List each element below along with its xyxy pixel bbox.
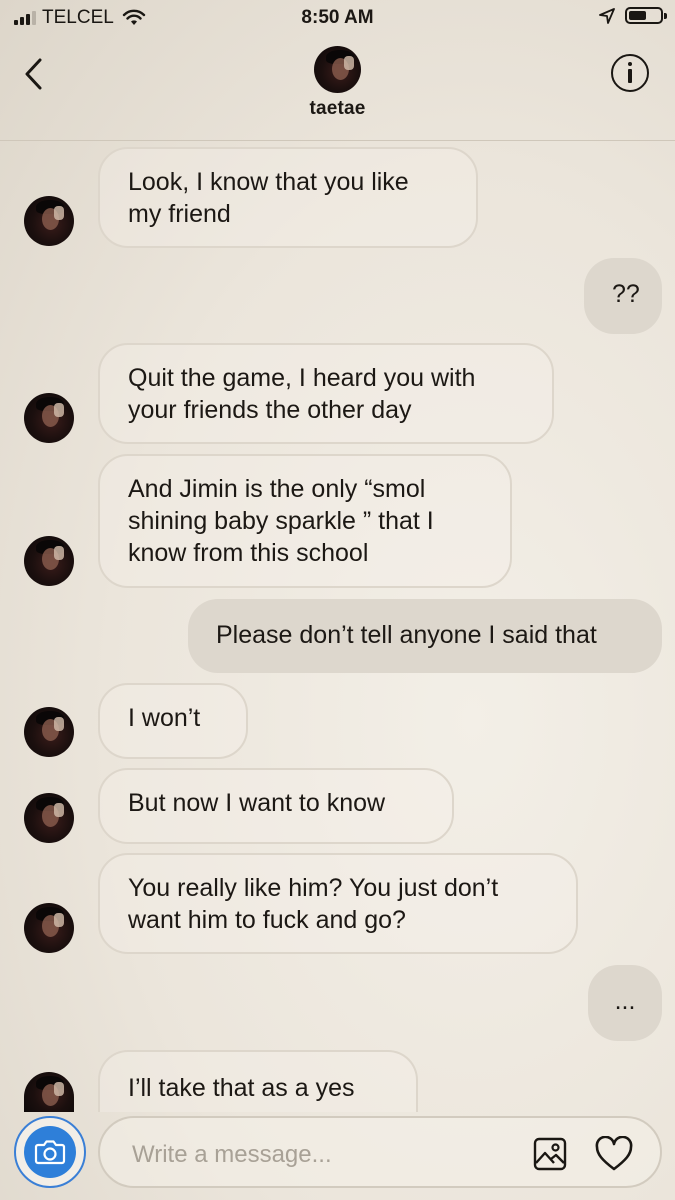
info-button[interactable] xyxy=(611,54,649,92)
message-text: I won’t xyxy=(128,704,201,732)
message-input-container xyxy=(98,1116,662,1188)
message-text: You really like him? You just don’t want… xyxy=(128,874,499,934)
back-button[interactable] xyxy=(18,54,48,94)
message-text: ?? xyxy=(612,280,640,308)
incoming-message[interactable]: I’ll take that as a yes xyxy=(98,1050,418,1112)
sender-avatar[interactable] xyxy=(24,393,74,443)
battery-icon xyxy=(625,7,667,24)
chevron-left-icon xyxy=(25,58,42,90)
status-bar: TELCEL 8:50 AM xyxy=(0,0,675,34)
location-arrow-icon xyxy=(599,7,615,24)
gallery-icon[interactable] xyxy=(532,1136,568,1172)
incoming-message[interactable]: You really like him? You just don’t want… xyxy=(98,853,578,954)
message-text: ... xyxy=(614,987,636,1015)
message-text: Quit the game, I heard you with your fri… xyxy=(128,364,476,424)
sender-avatar[interactable] xyxy=(24,707,74,757)
status-right xyxy=(599,7,667,24)
outgoing-message[interactable]: ... xyxy=(588,965,662,1041)
contact-avatar[interactable] xyxy=(314,46,361,93)
sender-avatar[interactable] xyxy=(24,196,74,246)
message-text: Look, I know that you like my friend xyxy=(128,168,409,228)
sender-avatar[interactable] xyxy=(24,536,74,586)
message-text: And Jimin is the only “smol shining baby… xyxy=(128,475,434,567)
incoming-message[interactable]: And Jimin is the only “smol shining baby… xyxy=(98,454,512,588)
heart-icon[interactable] xyxy=(594,1136,634,1172)
camera-icon xyxy=(34,1140,66,1165)
outgoing-message[interactable]: Please don’t tell anyone I said that xyxy=(188,599,662,673)
incoming-message[interactable]: I won’t xyxy=(98,683,248,759)
contact-name[interactable]: taetae xyxy=(0,98,675,120)
sender-avatar[interactable] xyxy=(24,903,74,953)
outgoing-message[interactable]: ?? xyxy=(584,258,662,334)
incoming-message[interactable]: Look, I know that you like my friend xyxy=(98,147,478,248)
message-composer xyxy=(0,1112,675,1200)
chat-header: taetae xyxy=(0,34,675,141)
status-time: 8:50 AM xyxy=(301,7,374,28)
sender-avatar[interactable] xyxy=(24,793,74,843)
message-text: But now I want to know xyxy=(128,789,386,817)
sender-avatar[interactable] xyxy=(24,1072,74,1112)
incoming-message[interactable]: Quit the game, I heard you with your fri… xyxy=(98,343,554,444)
info-icon xyxy=(627,62,632,66)
message-input[interactable] xyxy=(130,1136,514,1174)
incoming-message[interactable]: But now I want to know xyxy=(98,768,454,844)
message-text: Please don’t tell anyone I said that xyxy=(216,621,597,649)
camera-button[interactable] xyxy=(14,1116,86,1188)
message-text: I’ll take that as a yes xyxy=(128,1074,355,1102)
